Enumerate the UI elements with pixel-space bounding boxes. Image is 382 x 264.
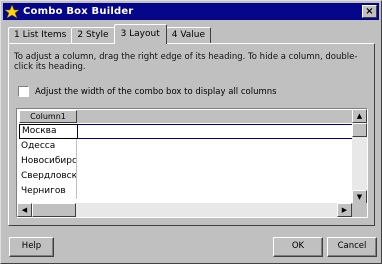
vertical-scrollbar[interactable]: ▲ ▼ xyxy=(352,109,367,204)
title-bar[interactable]: Combo Box Builder × xyxy=(3,3,379,20)
tab-style[interactable]: 2 Style xyxy=(71,27,115,44)
grid-cell[interactable]: Одесса xyxy=(19,139,77,154)
tab-value[interactable]: 4 Value xyxy=(165,27,212,44)
horizontal-scroll-thumb[interactable] xyxy=(32,203,76,217)
vertical-scroll-thumb[interactable] xyxy=(352,123,367,137)
column-layout-grid[interactable]: Column1 Москва Одесса Новосибирск Свердл… xyxy=(16,108,368,218)
table-row[interactable]: Свердловск xyxy=(19,169,352,184)
tab-list-items[interactable]: 1 List Items xyxy=(8,27,73,44)
grid-cell[interactable]: Чернигов xyxy=(19,184,77,199)
help-button[interactable]: Help xyxy=(9,237,54,257)
adjust-width-label[interactable]: Adjust the width of the combo box to dis… xyxy=(35,87,277,97)
scrollbar-corner xyxy=(352,203,367,217)
table-row[interactable]: Москва xyxy=(19,124,354,139)
wizard-star-icon xyxy=(5,4,19,19)
window-title: Combo Box Builder xyxy=(23,6,134,17)
table-row[interactable]: Чернигов xyxy=(19,184,352,199)
tab-strip: 1 List Items 2 Style 3 Layout 4 Value xyxy=(8,24,212,44)
close-button[interactable]: × xyxy=(362,5,377,18)
scroll-up-arrow-icon[interactable]: ▲ xyxy=(352,109,367,123)
grid-rows: Москва Одесса Новосибирск Свердловск Чер… xyxy=(19,124,354,199)
grid-cell[interactable]: Свердловск xyxy=(19,169,77,184)
combo-box-builder-dialog: Combo Box Builder × 1 List Items 2 Style… xyxy=(0,0,382,264)
cancel-button[interactable]: Cancel xyxy=(327,237,377,257)
grid-cell[interactable]: Москва xyxy=(19,124,77,139)
column-header[interactable]: Column1 xyxy=(19,110,77,123)
horizontal-scrollbar[interactable]: ◀ ▶ xyxy=(17,203,352,217)
instructions-text: To adjust a column, drag the right edge … xyxy=(14,52,358,72)
ok-button[interactable]: OK xyxy=(273,237,323,257)
selected-row-highlight xyxy=(77,124,354,139)
scroll-right-arrow-icon[interactable]: ▶ xyxy=(337,203,352,217)
scroll-left-arrow-icon[interactable]: ◀ xyxy=(17,203,32,217)
table-row[interactable]: Новосибирск xyxy=(19,154,352,169)
grid-cell[interactable]: Новосибирск xyxy=(19,154,77,169)
tab-layout[interactable]: 3 Layout xyxy=(113,24,167,44)
adjust-width-option[interactable]: Adjust the width of the combo box to dis… xyxy=(18,86,277,97)
table-row[interactable]: Одесса xyxy=(19,139,352,154)
column-header-empty xyxy=(77,110,352,123)
adjust-width-checkbox[interactable] xyxy=(18,86,29,97)
scroll-down-arrow-icon[interactable]: ▼ xyxy=(352,190,367,204)
